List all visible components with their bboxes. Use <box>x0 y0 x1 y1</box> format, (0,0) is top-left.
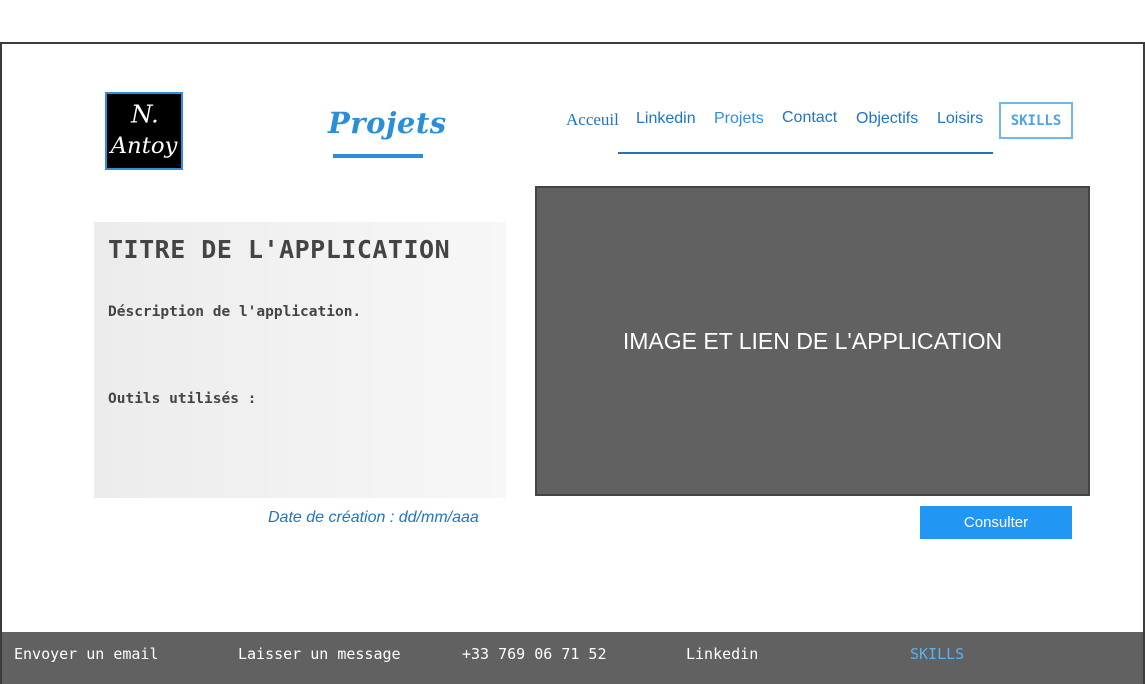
footer-skills-link[interactable]: SKILLS <box>910 645 964 663</box>
svg-text:Antoy: Antoy <box>109 133 179 159</box>
consult-button[interactable]: Consulter <box>920 506 1072 539</box>
nav-skills-button[interactable]: SKILLS <box>999 102 1073 139</box>
logo[interactable]: N. Antoy <box>105 92 183 170</box>
project-tools-label: Outils utilisés : <box>108 391 257 407</box>
nav-link-loisirs[interactable]: Loisirs <box>937 110 983 128</box>
nav-underline <box>618 152 993 154</box>
nav-link-objectifs[interactable]: Objectifs <box>856 110 918 128</box>
nav-link-contact[interactable]: Contact <box>782 109 837 127</box>
nav-link-projets[interactable]: Projets <box>714 110 764 128</box>
footer-message-link[interactable]: Laisser un message <box>238 645 401 663</box>
footer-linkedin-link[interactable]: Linkedin <box>686 645 758 663</box>
footer: Envoyer un email Laisser un message +33 … <box>0 632 1145 684</box>
page-title-underline <box>333 154 423 158</box>
project-title: TITRE DE L'APPLICATION <box>108 235 451 264</box>
footer-email-link[interactable]: Envoyer un email <box>14 645 159 663</box>
project-image-link[interactable]: IMAGE ET LIEN DE L'APPLICATION <box>535 186 1090 496</box>
page-title: Projets <box>328 106 447 140</box>
nav-link-linkedin[interactable]: Linkedin <box>636 110 696 128</box>
nav-link-acceuil[interactable]: Acceuil <box>566 110 619 130</box>
svg-text:N.: N. <box>130 99 159 128</box>
project-date: Date de création : dd/mm/aaa <box>268 509 479 526</box>
project-image-label: IMAGE ET LIEN DE L'APPLICATION <box>622 327 1003 354</box>
footer-phone[interactable]: +33 769 06 71 52 <box>462 645 607 663</box>
project-description: Déscription de l'application. <box>108 304 362 320</box>
logo-signature-icon: N. Antoy <box>109 99 179 159</box>
project-info-card: TITRE DE L'APPLICATION Déscription de l'… <box>94 222 506 498</box>
